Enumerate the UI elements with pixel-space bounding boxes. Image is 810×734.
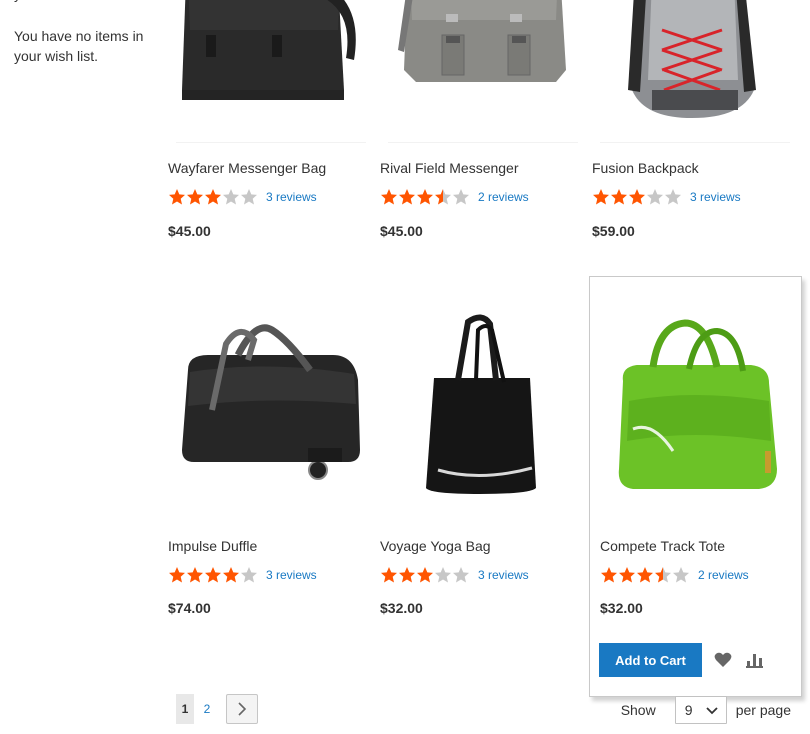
pagination: 1 2: [176, 694, 258, 724]
product-image[interactable]: [168, 300, 368, 510]
divider: [176, 142, 366, 143]
product-name[interactable]: Voyage Yoga Bag: [380, 538, 491, 554]
product-rating: 2 reviews: [600, 566, 749, 584]
limiter-select[interactable]: 9: [674, 696, 727, 724]
product-name[interactable]: Fusion Backpack: [592, 160, 699, 176]
product-image[interactable]: [592, 0, 792, 140]
star-icon: [223, 189, 239, 205]
reviews-link[interactable]: 3 reviews: [478, 568, 529, 582]
star-icon: [187, 567, 203, 583]
rating-stars: [600, 566, 690, 584]
star-icon: [611, 189, 627, 205]
star-icon: [655, 567, 671, 583]
product-card-hovered[interactable]: Compete Track Tote 2 reviews $32.00 Add …: [589, 276, 802, 697]
limiter-value: 9: [684, 702, 693, 718]
reviews-link[interactable]: 2 reviews: [698, 568, 749, 582]
limiter: Show 9 per page: [621, 696, 791, 724]
product-image[interactable]: [380, 0, 580, 140]
rating-stars: [380, 566, 470, 584]
product-name[interactable]: Impulse Duffle: [168, 538, 257, 554]
star-icon: [665, 189, 681, 205]
product-image[interactable]: [380, 300, 580, 510]
product-image[interactable]: [593, 301, 793, 511]
star-icon: [381, 189, 397, 205]
product-rating: 2 reviews: [380, 188, 529, 206]
chevron-down-icon: [706, 707, 718, 715]
chevron-right-icon: [238, 702, 247, 716]
star-icon: [223, 567, 239, 583]
star-icon: [241, 567, 257, 583]
reviews-link[interactable]: 3 reviews: [690, 190, 741, 204]
product-rating: 3 reviews: [168, 188, 317, 206]
product-image[interactable]: [168, 0, 368, 140]
star-icon: [399, 567, 415, 583]
star-icon: [205, 189, 221, 205]
page-current: 1: [176, 694, 194, 724]
sidebar-cut-text: y: [14, 0, 21, 2]
next-page-button[interactable]: [226, 694, 258, 724]
product-name[interactable]: Compete Track Tote: [600, 538, 725, 554]
star-icon: [601, 567, 617, 583]
wishlist-empty-message: You have no items in your wish list.: [14, 28, 144, 64]
product-card[interactable]: Voyage Yoga Bag 3 reviews $32.00: [380, 300, 580, 620]
reviews-link[interactable]: 3 reviews: [266, 568, 317, 582]
star-icon: [381, 567, 397, 583]
star-icon: [399, 189, 415, 205]
star-icon: [673, 567, 689, 583]
star-icon: [453, 567, 469, 583]
product-card[interactable]: Wayfarer Messenger Bag 3 reviews $45.00: [168, 0, 368, 240]
product-name[interactable]: Rival Field Messenger: [380, 160, 519, 176]
star-icon: [205, 567, 221, 583]
page-link[interactable]: 2: [194, 694, 220, 724]
star-icon: [619, 567, 635, 583]
product-rating: 3 reviews: [592, 188, 741, 206]
star-icon: [637, 567, 653, 583]
divider: [388, 142, 578, 143]
product-name[interactable]: Wayfarer Messenger Bag: [168, 160, 326, 176]
star-icon: [417, 189, 433, 205]
star-icon: [187, 189, 203, 205]
star-icon: [169, 567, 185, 583]
rating-stars: [168, 188, 258, 206]
divider: [600, 142, 790, 143]
star-icon: [417, 567, 433, 583]
product-price: $32.00: [380, 600, 423, 616]
rating-stars: [168, 566, 258, 584]
product-card[interactable]: Fusion Backpack 3 reviews $59.00: [592, 0, 792, 240]
star-icon: [593, 189, 609, 205]
product-price: $45.00: [168, 223, 211, 239]
star-icon: [629, 189, 645, 205]
product-card[interactable]: Impulse Duffle 3 reviews $74.00: [168, 300, 368, 620]
product-price: $32.00: [600, 600, 643, 616]
heart-icon[interactable]: [713, 651, 733, 669]
limiter-show-label: Show: [620, 702, 656, 718]
star-icon: [169, 189, 185, 205]
reviews-link[interactable]: 2 reviews: [478, 190, 529, 204]
rating-stars: [380, 188, 470, 206]
compare-bars-icon[interactable]: [745, 651, 765, 669]
product-rating: 3 reviews: [168, 566, 317, 584]
star-icon: [435, 567, 451, 583]
star-icon: [241, 189, 257, 205]
limiter-suffix: per page: [735, 702, 791, 718]
product-price: $74.00: [168, 600, 211, 616]
product-price: $59.00: [592, 223, 635, 239]
star-icon: [453, 189, 469, 205]
product-rating: 3 reviews: [380, 566, 529, 584]
star-icon: [435, 189, 451, 205]
add-to-cart-button[interactable]: Add to Cart: [599, 643, 702, 677]
product-card[interactable]: Rival Field Messenger 2 reviews $45.00: [380, 0, 580, 240]
rating-stars: [592, 188, 682, 206]
reviews-link[interactable]: 3 reviews: [266, 190, 317, 204]
product-price: $45.00: [380, 223, 423, 239]
star-icon: [647, 189, 663, 205]
